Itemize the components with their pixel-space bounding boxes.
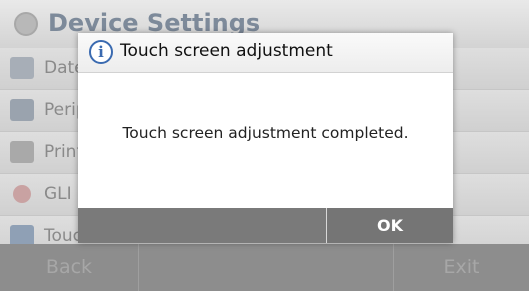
settings-gear-icon (14, 12, 38, 36)
dialog-header: i Touch screen adjustment (78, 33, 453, 73)
settings-item-label: GLI (44, 184, 72, 204)
info-icon: i (89, 40, 113, 64)
dialog-footer-spacer (78, 208, 327, 243)
usb-icon (10, 99, 34, 121)
dialog-message: Touch screen adjustment completed. (122, 124, 409, 142)
dialog-title: Touch screen adjustment (120, 41, 333, 61)
printer-icon (10, 141, 34, 163)
gli-icon (13, 185, 31, 203)
ok-button[interactable]: OK (327, 208, 453, 243)
settings-footer: Back Exit (0, 244, 529, 291)
calendar-icon (10, 57, 34, 79)
dialog-footer: OK (78, 208, 453, 243)
exit-button[interactable]: Exit (393, 244, 529, 291)
touch-adjustment-dialog: i Touch screen adjustment Touch screen a… (78, 33, 453, 243)
dialog-body: Touch screen adjustment completed. (78, 73, 453, 208)
back-button[interactable]: Back (0, 244, 139, 291)
